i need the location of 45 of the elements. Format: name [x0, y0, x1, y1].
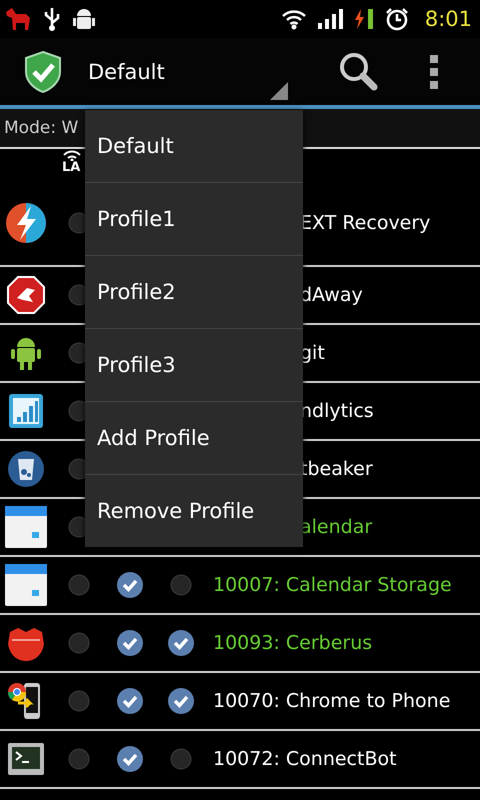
menu-item[interactable]: Profile2	[85, 256, 303, 329]
android-icon	[72, 6, 96, 32]
checked-checkbox[interactable]	[167, 629, 195, 657]
clock-time: 8:01	[424, 7, 472, 31]
stop-sign-icon	[7, 276, 45, 314]
wifi-icon	[62, 149, 82, 161]
menu-item[interactable]: Profile3	[85, 329, 303, 402]
menu-item[interactable]: Default	[85, 110, 303, 183]
unchecked-checkbox[interactable]	[68, 748, 90, 770]
app-name: 10007: Calendar Storage	[213, 574, 452, 596]
beaker-icon	[7, 450, 45, 488]
bar-chart-icon	[8, 393, 44, 429]
checked-checkbox[interactable]	[116, 571, 144, 599]
unchecked-checkbox[interactable]	[170, 574, 192, 596]
checked-checkbox[interactable]	[116, 745, 144, 773]
battery-charging-icon	[352, 7, 375, 31]
spinner-corner-icon	[270, 82, 288, 100]
menu-icon	[429, 54, 439, 88]
shield-check-icon	[23, 50, 63, 94]
menu-item[interactable]: Profile1	[85, 183, 303, 256]
app-name: tbeaker	[300, 458, 373, 480]
column-header: LA	[62, 161, 80, 174]
calendar-icon	[4, 505, 48, 549]
alarm-clock-icon	[384, 7, 409, 31]
app-name: 10072: ConnectBot	[213, 748, 397, 770]
app-name: alendar	[300, 516, 372, 538]
menu-item[interactable]: Add Profile	[85, 402, 303, 475]
lightning-app-icon	[5, 202, 47, 244]
unchecked-checkbox[interactable]	[170, 748, 192, 770]
usb-icon	[42, 6, 62, 32]
mode-label: Mode: W	[4, 118, 78, 138]
terminal-icon	[7, 742, 45, 776]
unchecked-checkbox[interactable]	[68, 690, 90, 712]
unchecked-checkbox[interactable]	[68, 574, 90, 596]
android-icon	[10, 335, 42, 371]
app-name: dAway	[300, 284, 363, 306]
checked-checkbox[interactable]	[116, 687, 144, 715]
checked-checkbox[interactable]	[167, 687, 195, 715]
calendar-icon	[4, 563, 48, 607]
signal-icon	[316, 7, 343, 31]
app-name: 10093: Cerberus	[213, 632, 372, 654]
unchecked-checkbox[interactable]	[68, 632, 90, 654]
checked-checkbox[interactable]	[116, 629, 144, 657]
menu-item[interactable]: Remove Profile	[85, 475, 303, 547]
app-name: 10070: Chrome to Phone	[213, 690, 450, 712]
